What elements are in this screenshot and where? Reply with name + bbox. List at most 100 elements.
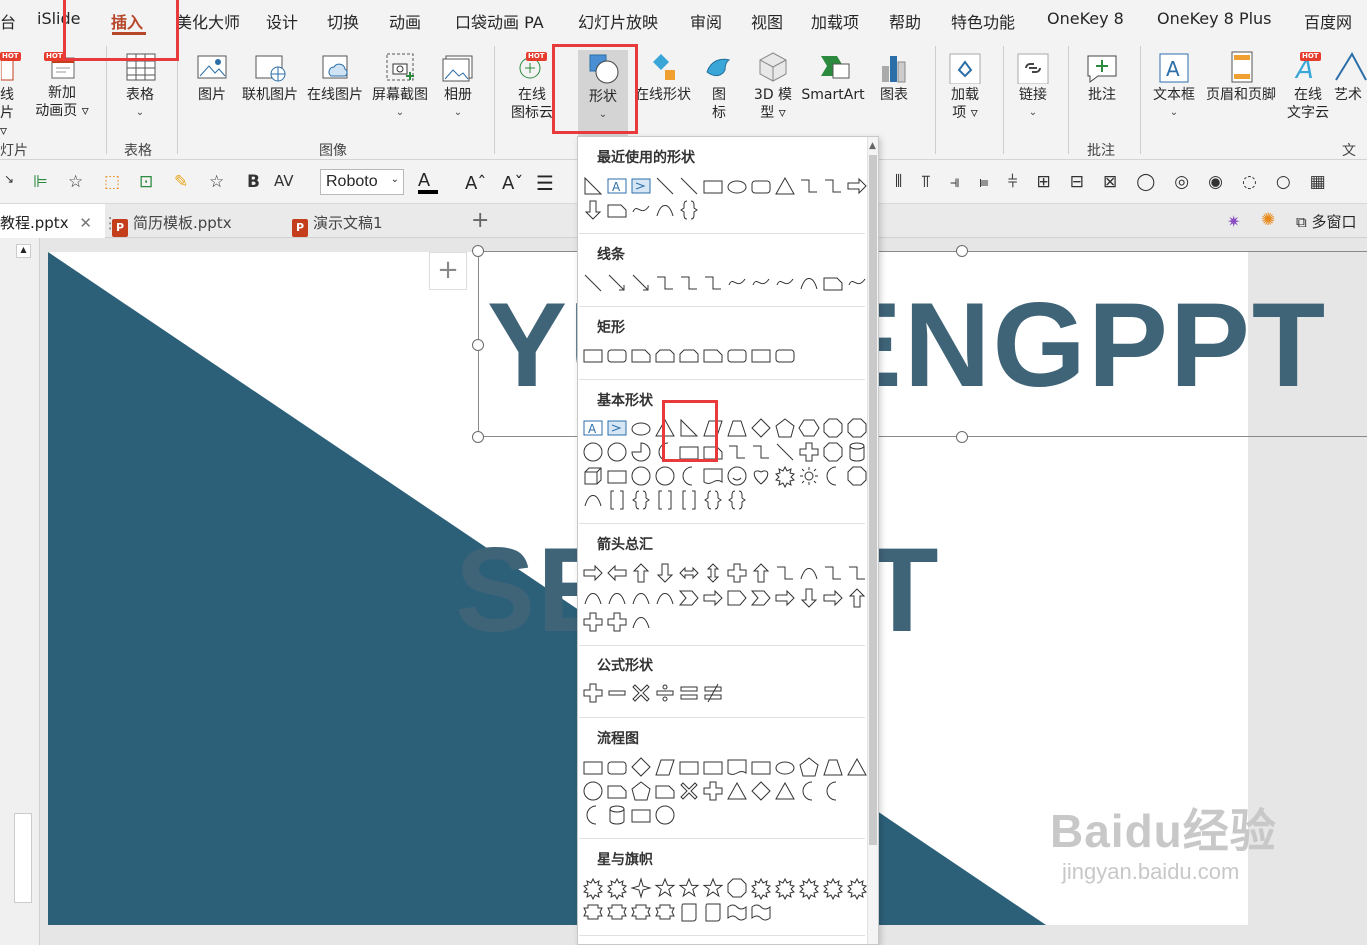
shape-arU-icon[interactable] [845,586,869,610]
shape-rect-icon[interactable] [749,343,773,367]
menu-item-meihua[interactable]: 美化大师 [176,9,240,33]
shape-bracket-icon[interactable] [677,488,701,512]
shape-plus-icon[interactable] [581,610,605,634]
present-icon[interactable]: ⊡ [139,172,153,192]
shape-burst-icon[interactable] [773,464,797,489]
shrink-font-icon[interactable]: Aˇ [502,173,523,194]
shape-rrect-icon[interactable] [605,343,629,367]
menu-item-animations[interactable]: 动画 [389,9,421,33]
shape-rect-icon[interactable] [581,343,605,367]
shape-burst-icon[interactable] [773,876,797,901]
shape-plus-icon[interactable] [605,610,629,634]
shape-burst-icon[interactable] [581,876,605,901]
shape-star5-icon[interactable] [677,876,701,900]
menu-item-help[interactable]: 帮助 [889,9,921,33]
star-outline-icon[interactable]: ☆ [209,172,224,192]
shape-bracket-icon[interactable] [605,488,629,512]
shape-pent-icon[interactable] [629,779,653,803]
fragment-icon[interactable]: ○ [1276,172,1291,192]
shape-star5-icon[interactable] [701,876,725,900]
shape-tri-icon[interactable] [773,779,797,803]
shape-penta-icon[interactable] [725,586,749,610]
menu-item-onekey8[interactable]: OneKey 8 [1047,9,1124,28]
shape-line-icon[interactable] [773,440,797,464]
align-left-icon[interactable]: ⫢ [979,172,989,192]
shape-tbv-icon[interactable] [605,416,629,440]
shape-arrowline-icon[interactable] [605,271,629,295]
align-icon[interactable]: ⊫ [33,172,48,192]
shape-star4-icon[interactable] [629,876,653,900]
shape-ell-icon[interactable] [725,174,749,198]
shape-curve-icon[interactable] [797,271,821,295]
shape-moon-icon[interactable] [797,779,821,803]
shape-ell-icon[interactable] [629,416,653,440]
grid-icon[interactable]: ▦ [1310,172,1326,192]
align-center-icon[interactable]: ⫩ [1008,172,1018,192]
shape-arU-icon[interactable] [629,561,653,585]
settings-icon[interactable]: ✺ [1261,210,1275,230]
ribbon-edge-item[interactable]: 线 片 ▿ [0,52,16,140]
shape-circ-icon[interactable] [629,464,653,488]
shape-burst-icon[interactable] [605,876,629,901]
more-icon[interactable]: ↘ [4,172,14,186]
shape-sq-icon[interactable] [773,271,797,295]
shape-mult-icon[interactable] [629,681,653,705]
shape-snip2-icon[interactable] [677,343,701,367]
shape-para-icon[interactable] [653,755,677,779]
shape-arD-icon[interactable] [797,586,821,610]
shape-ribbon-icon[interactable] [653,900,677,924]
resize-handle[interactable] [956,245,968,257]
shape-elbow-icon[interactable] [821,174,845,198]
shape-curve-icon[interactable] [605,586,629,610]
distribute-icon[interactable]: ⫴ [895,172,902,192]
scroll-up-icon[interactable]: ▲ [869,141,876,151]
shape-sq-icon[interactable] [845,271,869,295]
shape-ribbon-icon[interactable] [629,900,653,924]
link-button[interactable]: 链接 ⌄ [1010,50,1056,122]
shape-curve-icon[interactable] [653,586,677,610]
shape-chev-icon[interactable] [677,586,701,610]
select-icon[interactable]: ⬚ [104,172,120,192]
shape-curve-icon[interactable] [797,561,821,585]
menu-item-transitions[interactable]: 切换 [327,9,359,33]
shape-pie-icon[interactable] [629,440,653,464]
shape-plus-icon[interactable] [701,779,725,803]
shape-ribbon-icon[interactable] [581,900,605,924]
shape-oct-icon[interactable] [821,416,845,440]
align-middle-icon[interactable]: ⊞ [1037,172,1051,192]
addins-button[interactable]: 加载 项 ▿ [942,50,988,122]
shape-elbow-icon[interactable] [821,561,845,585]
doc-tab[interactable]: P 演示文稿1 [292,204,462,238]
shape-sq-icon[interactable] [749,271,773,295]
resize-handle[interactable] [472,339,484,351]
shape-rect-icon[interactable] [605,464,629,488]
shape-snip2-icon[interactable] [653,343,677,367]
align-top-icon[interactable]: ⫪ [921,172,931,192]
shape-arR-icon[interactable] [821,586,845,610]
menu-item-addins[interactable]: 加载项 [811,9,859,33]
shape-eq-icon[interactable] [677,681,701,705]
shape-rtri-icon[interactable] [581,174,605,198]
shape-snip-icon[interactable] [605,779,629,803]
doc-tab[interactable]: P 简历模板.pptx [112,204,284,238]
shape-elbow-icon[interactable] [845,561,869,585]
shape-plus-icon[interactable] [581,681,605,705]
shape-tbv-icon[interactable] [629,174,653,198]
shape-tri-icon[interactable] [725,779,749,803]
shape-moon-icon[interactable] [581,803,605,827]
shape-plus-icon[interactable] [797,440,821,464]
shape-star5-icon[interactable] [653,876,677,900]
wordart-button[interactable]: 艺术 [1334,50,1367,104]
shape-elbow-icon[interactable] [725,440,749,464]
distribute-h-icon[interactable]: ⊟ [1070,172,1084,192]
shape-elbow-icon[interactable] [653,271,677,295]
shape-div-icon[interactable] [653,681,677,705]
shape-circ-icon[interactable] [605,440,629,464]
header-footer-button[interactable]: 页眉和页脚 [1202,50,1280,104]
shape-wave-icon[interactable] [749,900,773,924]
shape-elbow-icon[interactable] [701,271,725,295]
shape-ribbon-icon[interactable] [605,900,629,924]
shape-rect-icon[interactable] [581,755,605,779]
distribute-v-icon[interactable]: ⊠ [1103,172,1117,192]
shape-circ-icon[interactable] [653,803,677,827]
